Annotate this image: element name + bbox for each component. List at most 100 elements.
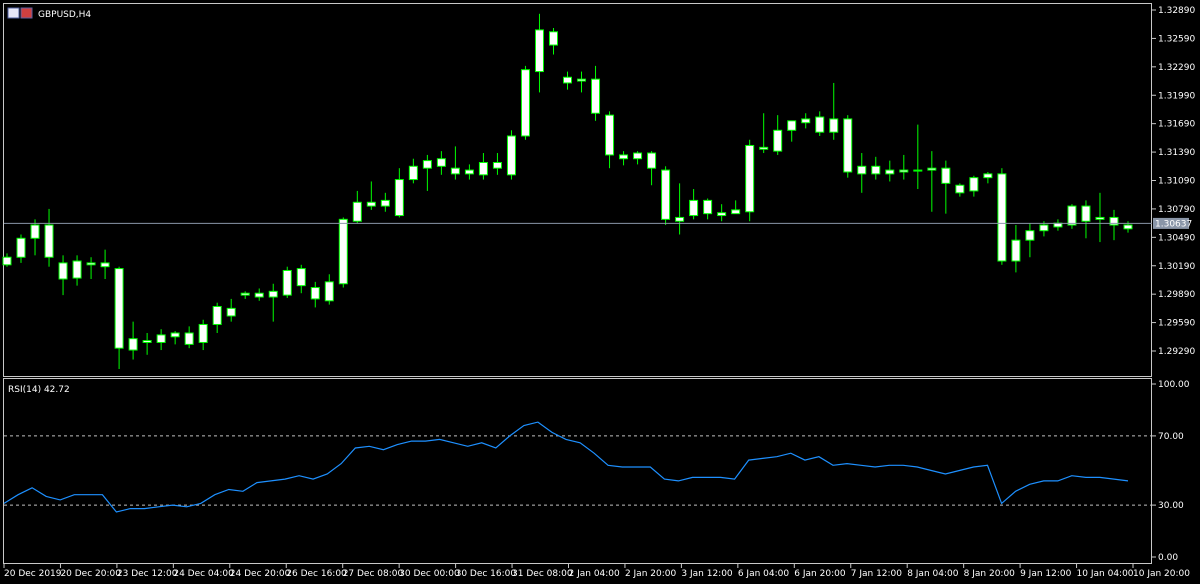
price-tick-label: 1.30490	[1158, 233, 1195, 243]
rsi-tick-label: 70.00	[1158, 432, 1184, 442]
candle-body-bull	[520, 69, 530, 137]
candle-body-bull	[745, 144, 755, 213]
price-tick-label: 1.32890	[1158, 6, 1195, 16]
time-tick-label: 26 Dec 16:00	[286, 569, 347, 579]
price-tick-label: 1.29290	[1158, 347, 1195, 357]
candle-body-bull	[801, 118, 811, 124]
candle-body-bear	[647, 152, 657, 169]
candle-body-bear	[563, 76, 572, 84]
candle-body-bull	[282, 269, 292, 296]
candle-body-bear	[899, 169, 909, 173]
candle-body-bull	[506, 135, 516, 176]
candle-body-bear	[577, 78, 587, 82]
candle-body-bull	[969, 177, 979, 192]
candle-body-bull	[408, 165, 418, 181]
rsi-label: RSI(14) 42.72	[8, 385, 70, 395]
candle-body-bear	[254, 292, 264, 298]
candle-body-bear	[591, 78, 601, 114]
time-tick-label: 6 Jan 04:00	[738, 569, 790, 579]
candle-body-bear	[380, 199, 390, 207]
candle-body-bear	[871, 165, 881, 175]
candle-body-bull	[464, 169, 474, 175]
candle-body-bull	[212, 305, 222, 325]
candle-body-bear	[661, 169, 671, 220]
time-tick-label: 23 Dec 12:00	[117, 569, 178, 579]
candle-body-bull	[1025, 230, 1035, 241]
candle-body-bear	[1123, 224, 1133, 230]
chart-canvas: GBPUSD,H4 RSI(14) 42.72 1.32890 1.32590 1.…	[0, 0, 1200, 584]
price-tick-label: 1.31990	[1158, 91, 1195, 101]
time-tick-label: 2 Jan 20:00	[625, 569, 677, 579]
candle-body-bull	[86, 262, 96, 266]
candle-body-bull	[534, 29, 544, 73]
candle-body-bull	[773, 129, 783, 152]
time-tick-label: 24 Dec 04:00	[173, 569, 234, 579]
candle-body-bull	[198, 323, 208, 343]
price-tick-label: 1.31690	[1158, 120, 1195, 130]
candle-body-bear	[619, 154, 629, 160]
candle-body-bull	[759, 146, 769, 150]
candle-body-bull	[366, 201, 376, 207]
candle-body-bear	[296, 268, 306, 287]
symbol-header: GBPUSD,H4	[7, 7, 91, 20]
price-tick-label: 1.29590	[1158, 319, 1195, 329]
candle-body-bear	[955, 184, 965, 194]
rsi-tick-label: 100.00	[1158, 380, 1190, 390]
candle-body-bear	[184, 332, 194, 345]
time-tick-label: 2 Jan 04:00	[569, 569, 621, 579]
time-tick-label: 8 Jan 04:00	[907, 569, 959, 579]
price-tick-label: 1.29890	[1158, 290, 1195, 300]
candle-body-bull	[829, 118, 839, 133]
candle-body-bear	[450, 167, 460, 175]
candle-body-bear	[114, 268, 124, 349]
candle-body-bull	[478, 162, 488, 176]
candle-body-bull	[170, 332, 180, 338]
candle-body-bull	[268, 290, 278, 298]
candle-body-bull	[913, 169, 923, 172]
candle-body-bull	[338, 218, 348, 285]
candle-body-bear	[941, 167, 951, 184]
candle-body-bull	[240, 292, 250, 296]
candle-body-bull	[394, 179, 404, 217]
candle-body-bear	[100, 262, 110, 268]
candle-body-bull	[885, 169, 895, 175]
candle-body-bull	[787, 120, 797, 131]
rsi-tick-label: 30.00	[1158, 501, 1184, 511]
candle-body-bull	[927, 167, 937, 171]
candle-body-bull	[1011, 239, 1021, 262]
candle-body-bull	[324, 281, 334, 302]
price-tick-label: 1.31090	[1158, 177, 1195, 187]
time-tick-label: 30 Dec 00:00	[399, 569, 460, 579]
time-tick-label: 3 Jan 12:00	[681, 569, 733, 579]
price-tick-label: 1.32590	[1158, 34, 1195, 44]
candle-body-bear	[843, 118, 853, 173]
candle-body-bear	[58, 262, 68, 280]
time-tick-label: 27 Dec 08:00	[343, 569, 404, 579]
price-tick-label: 1.30190	[1158, 262, 1195, 272]
candle-body-bear	[226, 307, 236, 317]
candle-body-bull	[30, 224, 40, 239]
price-tick-label: 1.30790	[1158, 205, 1195, 215]
candle-body-bull	[983, 173, 993, 179]
time-tick-label: 31 Dec 08:00	[512, 569, 573, 579]
candle-body-bull	[857, 165, 867, 175]
symbol-flag-icon	[20, 7, 33, 19]
candle-body-bull	[1067, 205, 1077, 226]
candle-body-bull	[16, 237, 26, 258]
candle-body-bear	[1081, 205, 1091, 222]
candle-body-bear	[703, 199, 713, 215]
time-tick-label: 30 Dec 16:00	[456, 569, 517, 579]
time-tick-label: 7 Jan 12:00	[851, 569, 903, 579]
candle-body-bull	[128, 338, 138, 351]
candle-body-bull	[1039, 224, 1049, 232]
time-tick-label: 20 Dec 2019	[4, 569, 62, 579]
time-tick-label: 9 Jan 12:00	[1020, 569, 1072, 579]
candle-body-bear	[997, 173, 1007, 262]
candle-body-bull	[675, 216, 685, 222]
candle-body-bear	[548, 31, 558, 46]
candle-body-bull	[352, 201, 362, 222]
time-tick-label: 10 Jan 04:00	[1077, 569, 1134, 579]
symbol-label: GBPUSD,H4	[38, 10, 91, 20]
candle-body-bear	[717, 212, 727, 217]
candle-body-bull	[156, 334, 166, 343]
